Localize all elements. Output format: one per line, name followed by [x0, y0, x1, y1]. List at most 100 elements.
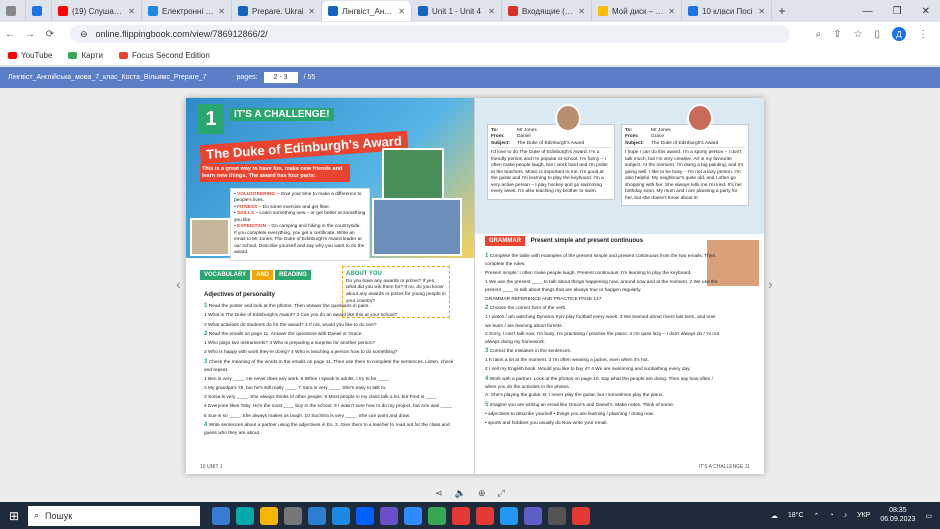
browser-tab[interactable]: Prepare. Ukrai ✕ — [232, 1, 322, 21]
tab-close-icon[interactable]: ✕ — [398, 7, 405, 16]
minimize-icon[interactable]: — — [863, 6, 873, 17]
language-indicator[interactable]: УКР — [857, 512, 870, 519]
taskbar-app-icon[interactable] — [500, 506, 518, 525]
taskbar-app-icon[interactable] — [236, 506, 254, 525]
menu-icon[interactable]: ⋮ — [918, 29, 928, 40]
share-icon[interactable]: ⇪ — [833, 29, 841, 40]
search-icon[interactable]: ⌕ — [816, 29, 822, 40]
exercise-number: 2 — [204, 330, 208, 337]
notification-icon[interactable]: ▭ — [925, 512, 932, 520]
vocab-tag: VOCABULARY — [200, 270, 251, 280]
tab-close-icon[interactable]: ✕ — [578, 7, 585, 16]
tab-close-icon[interactable]: ✕ — [308, 7, 315, 16]
browser-tab[interactable]: Входящие (136 ✕ — [502, 1, 592, 21]
taskbar-app-icon[interactable] — [356, 506, 374, 525]
taskbar-app-icon[interactable] — [260, 506, 278, 525]
taskbar-app-icon[interactable] — [212, 506, 230, 525]
sidebar-icon[interactable]: ▯ — [874, 29, 880, 40]
taskbar-app-icon[interactable] — [548, 506, 566, 525]
browser-tab[interactable] — [0, 1, 26, 21]
reload-icon[interactable]: ⟳ — [40, 29, 60, 40]
bookmark-icon — [68, 52, 78, 59]
next-page-icon[interactable]: › — [768, 276, 773, 292]
exercise-text: GRAMMAR REFERENCE AND PRACTICE PAGE 147 — [485, 296, 602, 302]
taskbar-app-icon[interactable] — [380, 506, 398, 525]
browser-tab[interactable]: (19) Слушайте ✕ — [52, 1, 142, 21]
exercise-line: 1 Complete the table with examples of th… — [485, 252, 721, 269]
taskbar-app-icon[interactable] — [332, 506, 350, 525]
bookmark-item[interactable]: YouTube — [8, 51, 52, 60]
profile-avatar[interactable]: Д — [892, 27, 906, 41]
browser-tab[interactable]: Мой диск – Go ✕ — [592, 1, 682, 21]
part-text: – Do some exercise and get fitter. — [258, 204, 331, 210]
about-you-title: ABOUT YOU — [346, 271, 382, 277]
exercise-line: • sports and hobbies you usually do Now … — [485, 419, 721, 428]
taskbar-app-icon[interactable] — [476, 506, 494, 525]
tab-close-icon[interactable]: ✕ — [218, 7, 225, 16]
site-info-icon[interactable]: ⊖ — [80, 29, 88, 40]
exercise-number: 4 — [204, 421, 208, 428]
left-page: 1 IT'S A CHALLENGE! The Duke of Edinburg… — [186, 98, 475, 474]
taskbar-app-icon[interactable] — [404, 506, 422, 525]
taskbar-app-icon[interactable] — [308, 506, 326, 525]
book-spread: 1 IT'S A CHALLENGE! The Duke of Edinburg… — [186, 98, 764, 474]
exercise-text: 2 My grandpa's 78, but he's still really… — [204, 385, 387, 391]
taskbar-app-icon[interactable] — [524, 506, 542, 525]
exercise-text: Complete the table with examples of the … — [485, 254, 716, 268]
maximize-icon[interactable]: ❐ — [893, 6, 902, 17]
bookmark-item[interactable]: Карти — [68, 51, 103, 60]
tab-favicon-icon — [508, 6, 518, 16]
bookmark-item[interactable]: Focus Second Edition — [118, 51, 210, 60]
taskbar-app-icon[interactable] — [428, 506, 446, 525]
exercise-line: 1 Ben is very ____. He never does any wo… — [204, 375, 462, 384]
exercise-line: 2 Who is happy with work they're doing? … — [204, 348, 462, 357]
exercise-text: Correct the mistakes in the sentences. — [489, 348, 572, 354]
browser-tab[interactable]: Електронні жур ✕ — [142, 1, 232, 21]
exercise-text: 5 Sue is so ____. She always makes us la… — [204, 413, 411, 419]
tab-favicon-icon — [148, 6, 158, 16]
adjectives-heading: Adjectives of personality — [204, 292, 276, 298]
exercise-text: 2 What activities do students do for the… — [204, 322, 377, 328]
address-input[interactable]: ⊖ online.flippingbook.com/view/786912866… — [70, 25, 790, 43]
weather-icon[interactable]: ☁ — [771, 512, 778, 520]
zoom-icon[interactable]: ⊕ — [478, 488, 486, 499]
tab-close-icon[interactable]: ✕ — [488, 7, 495, 16]
tab-close-icon[interactable]: ✕ — [128, 7, 135, 16]
taskbar-app-icon[interactable] — [572, 506, 590, 525]
bookmark-star-icon[interactable]: ☆ — [854, 29, 863, 40]
tab-close-icon[interactable]: ✕ — [758, 7, 765, 16]
taskbar-search[interactable]: ⌕ Пошук — [28, 505, 200, 526]
exercise-line: 3 Correct the mistakes in the sentences. — [485, 347, 721, 356]
exercise-line: 2 I sell my English book. Would you like… — [485, 365, 721, 374]
bookmark-icon — [118, 52, 128, 59]
browser-tab[interactable] — [26, 1, 52, 21]
award-title: The Duke of Edinburgh's Award — [199, 130, 409, 165]
volume-icon[interactable]: ♪ — [844, 512, 848, 519]
exercise-number: 3 — [485, 347, 489, 354]
fullscreen-icon[interactable]: ⤢ — [498, 488, 505, 499]
tray-chevron-icon[interactable]: ⌃ — [814, 512, 820, 520]
back-icon[interactable]: ← — [0, 29, 20, 40]
browser-tab[interactable]: Unit 1 - Unit 4 ✕ — [412, 1, 502, 21]
part-text: – Learn something new – or get better at… — [234, 211, 366, 223]
forward-icon[interactable]: → — [20, 29, 40, 40]
exercise-line: 5 Sue is so ____. She always makes us la… — [204, 412, 462, 421]
windows-start-icon[interactable]: ⊞ — [0, 502, 28, 529]
network-icon[interactable]: ◔ — [829, 512, 833, 519]
exercise-text: 3 Sonia is very ____. She always thinks … — [204, 395, 438, 401]
browser-tab[interactable]: 10 класи Посі ✕ — [682, 1, 772, 21]
sound-icon[interactable]: 🔈 — [455, 488, 466, 499]
pinned-apps — [212, 506, 590, 525]
taskbar-app-icon[interactable] — [284, 506, 302, 525]
browser-tab[interactable]: Лінгвіст_Англій ✕ — [322, 1, 412, 21]
search-icon: ⌕ — [34, 510, 40, 520]
tab-close-icon[interactable]: ✕ — [668, 7, 675, 16]
close-window-icon[interactable]: ✕ — [922, 6, 930, 17]
clock[interactable]: 08:35 06.09.2023 — [880, 507, 915, 524]
new-tab-button[interactable]: + — [772, 4, 792, 18]
page-number-input[interactable]: 2 - 3 — [263, 72, 298, 83]
email-subject: The Duke of Edinburgh's Award — [517, 140, 585, 146]
share-icon[interactable]: ⋖ — [435, 488, 443, 499]
prev-page-icon[interactable]: ‹ — [176, 276, 181, 292]
taskbar-app-icon[interactable] — [452, 506, 470, 525]
